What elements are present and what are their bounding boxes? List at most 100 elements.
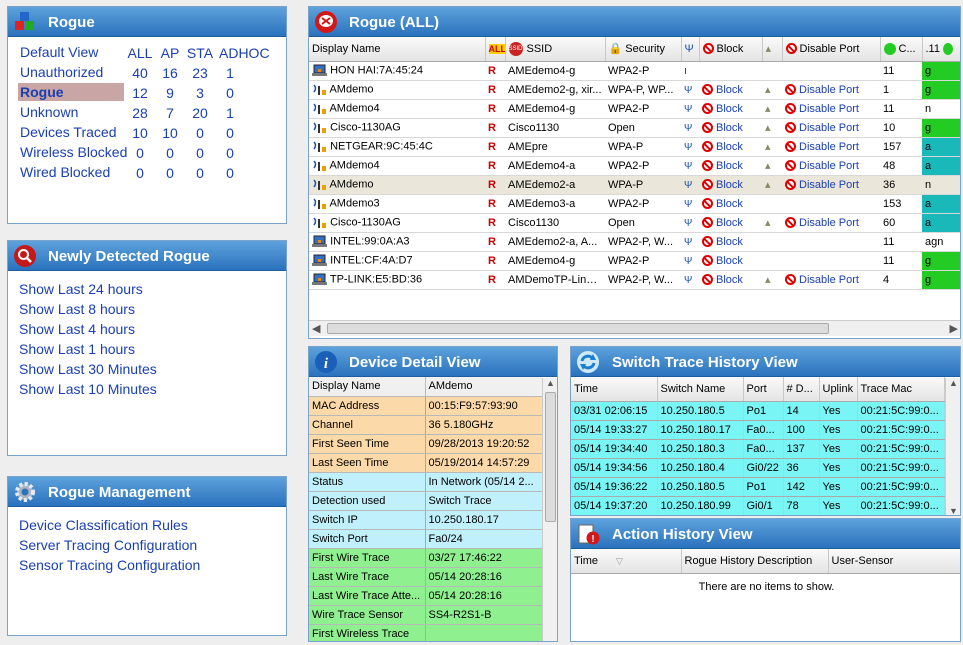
summary-row-unknown[interactable]: Unknown xyxy=(18,103,80,121)
block-link[interactable]: Block xyxy=(716,236,743,248)
device-detail-scroll-thumb[interactable] xyxy=(545,392,556,522)
mgmt-link[interactable]: Device Classification Rules xyxy=(19,517,188,533)
trace-col-header[interactable]: Switch Name xyxy=(657,377,744,402)
rogue-disable-port[interactable] xyxy=(782,194,880,214)
col-all[interactable]: ALL xyxy=(485,37,506,62)
summary-count[interactable]: 3 xyxy=(185,85,215,101)
rogue-display-name[interactable]: AMdemo4 xyxy=(309,99,485,119)
summary-count[interactable]: 0 xyxy=(215,85,245,101)
col-action-desc[interactable]: Rogue History Description xyxy=(681,549,829,574)
summary-count[interactable]: 0 xyxy=(185,145,215,161)
newly-link[interactable]: Show Last 4 hours xyxy=(19,321,135,337)
rogue-disable-port[interactable]: Disable Port xyxy=(782,213,880,233)
block-link[interactable]: Block xyxy=(716,198,743,210)
trace-row[interactable]: 05/14 19:34:56 10.250.180.4 Gi0/22 36 Yes 00:… xyxy=(571,458,945,478)
rogue-display-name[interactable]: AMdemo3 xyxy=(309,194,485,214)
col-channel[interactable]: C... xyxy=(880,37,923,62)
col-ssid[interactable]: SSID SSID xyxy=(505,37,606,62)
rogue-display-name[interactable]: INTEL:CF:4A:D7 xyxy=(309,251,485,271)
summary-count[interactable]: 0 xyxy=(125,145,155,161)
block-link[interactable]: Block xyxy=(716,274,743,286)
disable-port-link[interactable]: Disable Port xyxy=(799,179,859,191)
rogue-display-name[interactable]: AMdemo xyxy=(309,80,485,100)
summary-count[interactable]: 0 xyxy=(215,125,245,141)
rogue-disable-port[interactable] xyxy=(782,61,880,81)
block-link[interactable]: Block xyxy=(716,84,743,96)
col-trace[interactable]: ▴ xyxy=(762,37,783,62)
rogue-display-name[interactable]: TP-LINK:E5:BD:36 xyxy=(309,270,485,290)
trace-row[interactable]: 03/31 02:06:15 10.250.180.5 Po1 14 Yes 00:21:… xyxy=(571,401,945,421)
rogue-disable-port[interactable]: Disable Port xyxy=(782,80,880,100)
col-band[interactable]: .11 xyxy=(922,37,960,62)
rogue-disable-port[interactable]: Disable Port xyxy=(782,175,880,195)
col-antenna[interactable]: Ψ xyxy=(681,37,700,62)
trace-row[interactable]: 05/14 19:34:40 10.250.180.3 Fa0... 137 Yes 00… xyxy=(571,439,945,459)
rogue-display-name[interactable]: HON HAI:7A:45:24 xyxy=(309,61,485,81)
disable-port-link[interactable]: Disable Port xyxy=(799,160,859,172)
newly-link[interactable]: Show Last 30 Minutes xyxy=(19,361,157,377)
summary-count[interactable]: 10 xyxy=(155,125,185,141)
trace-row[interactable]: 05/14 19:33:27 10.250.180.17 Fa0... 100 Yes 0… xyxy=(571,420,945,440)
disable-port-link[interactable]: Disable Port xyxy=(799,274,859,286)
disable-port-link[interactable]: Disable Port xyxy=(799,141,859,153)
disable-port-link[interactable]: Disable Port xyxy=(799,84,859,96)
summary-count[interactable]: 40 xyxy=(125,65,155,81)
summary-count[interactable]: 9 xyxy=(155,85,185,101)
scroll-thumb[interactable] xyxy=(327,323,829,334)
rogue-row[interactable]: HON HAI:7A:45:24 R AMEdemo4-g WPA2-P ı 11 g xyxy=(309,61,960,81)
rogue-block[interactable]: Block xyxy=(699,118,762,138)
rogue-row[interactable]: INTEL:99:0A:A3 R AMEdemo2-a, A... WPA2-P, W… xyxy=(309,232,960,252)
block-link[interactable]: Block xyxy=(716,160,743,172)
summary-count[interactable]: 1 xyxy=(215,65,245,81)
summary-count[interactable]: 10 xyxy=(125,125,155,141)
rogue-disable-port[interactable] xyxy=(782,232,880,252)
block-link[interactable]: Block xyxy=(716,217,743,229)
trace-col-header[interactable]: Port xyxy=(743,377,784,402)
rogue-block[interactable]: Block xyxy=(699,194,762,214)
summary-count[interactable]: 1 xyxy=(215,105,245,121)
rogue-block[interactable]: Block xyxy=(699,232,762,252)
col-disable-port[interactable]: Disable Port xyxy=(782,37,881,62)
rogue-display-name[interactable]: NETGEAR:9C:45:4C xyxy=(309,137,485,157)
switch-trace-vscroll[interactable]: ▲ ▼ xyxy=(945,378,960,515)
col-action-time[interactable]: Time ▽ xyxy=(571,549,682,574)
summary-count[interactable]: 0 xyxy=(215,145,245,161)
scroll-left-icon[interactable]: ◀ xyxy=(312,322,320,335)
summary-row-rogue[interactable]: Rogue xyxy=(18,83,124,101)
rogue-display-name[interactable]: Cisco-1130AG xyxy=(309,213,485,233)
rogue-block[interactable]: Block xyxy=(699,175,762,195)
summary-row-wireless-blocked[interactable]: Wireless Blocked xyxy=(18,143,129,161)
newly-link[interactable]: Show Last 1 hours xyxy=(19,341,135,357)
summary-row-devices-traced[interactable]: Devices Traced xyxy=(18,123,118,141)
rogue-row[interactable]: AMdemo4 R AMEdemo4-a WPA2-P Ψ Block ▴ Disable P… xyxy=(309,156,960,176)
disable-port-link[interactable]: Disable Port xyxy=(799,217,859,229)
trace-col-header[interactable]: Uplink xyxy=(819,377,858,402)
rogue-block[interactable] xyxy=(699,61,762,81)
col-display-name[interactable]: Display Name xyxy=(309,37,486,62)
trace-row[interactable]: 05/14 19:37:20 10.250.180.99 Gi0/1 78 Yes 00:… xyxy=(571,496,945,515)
summary-count[interactable]: 12 xyxy=(125,85,155,101)
mgmt-link[interactable]: Server Tracing Configuration xyxy=(19,537,197,553)
trace-col-header[interactable]: Time xyxy=(571,377,658,402)
summary-count[interactable]: 0 xyxy=(125,165,155,181)
summary-row-wired-blocked[interactable]: Wired Blocked xyxy=(18,163,112,181)
summary-count[interactable]: 16 xyxy=(155,65,185,81)
trace-col-header[interactable]: Trace Mac xyxy=(857,377,945,402)
block-link[interactable]: Block xyxy=(716,122,743,134)
block-link[interactable]: Block xyxy=(716,141,743,153)
rogue-block[interactable]: Block xyxy=(699,156,762,176)
rogue-row[interactable]: INTEL:CF:4A:D7 R AMEdemo4-g WPA2-P Ψ Block 11 g xyxy=(309,251,960,271)
block-link[interactable]: Block xyxy=(716,255,743,267)
rogue-row[interactable]: Cisco-1130AG R Cisco1130 Open Ψ Block ▴ Disable… xyxy=(309,213,960,233)
summary-count[interactable]: 0 xyxy=(185,125,215,141)
summary-row-unauthorized[interactable]: Unauthorized xyxy=(18,63,105,81)
rogue-disable-port[interactable]: Disable Port xyxy=(782,270,880,290)
summary-count[interactable]: 0 xyxy=(185,165,215,181)
summary-count[interactable]: 0 xyxy=(155,145,185,161)
rogue-disable-port[interactable]: Disable Port xyxy=(782,118,880,138)
col-action-user[interactable]: User-Sensor xyxy=(828,549,960,574)
rogue-row[interactable]: AMdemo R AMEdemo2-a WPA-P Ψ Block ▴ Disable Por… xyxy=(309,175,960,195)
rogue-row[interactable]: Cisco-1130AG R Cisco1130 Open Ψ Block ▴ Disable… xyxy=(309,118,960,138)
summary-count[interactable]: 20 xyxy=(185,105,215,121)
rogue-block[interactable]: Block xyxy=(699,80,762,100)
